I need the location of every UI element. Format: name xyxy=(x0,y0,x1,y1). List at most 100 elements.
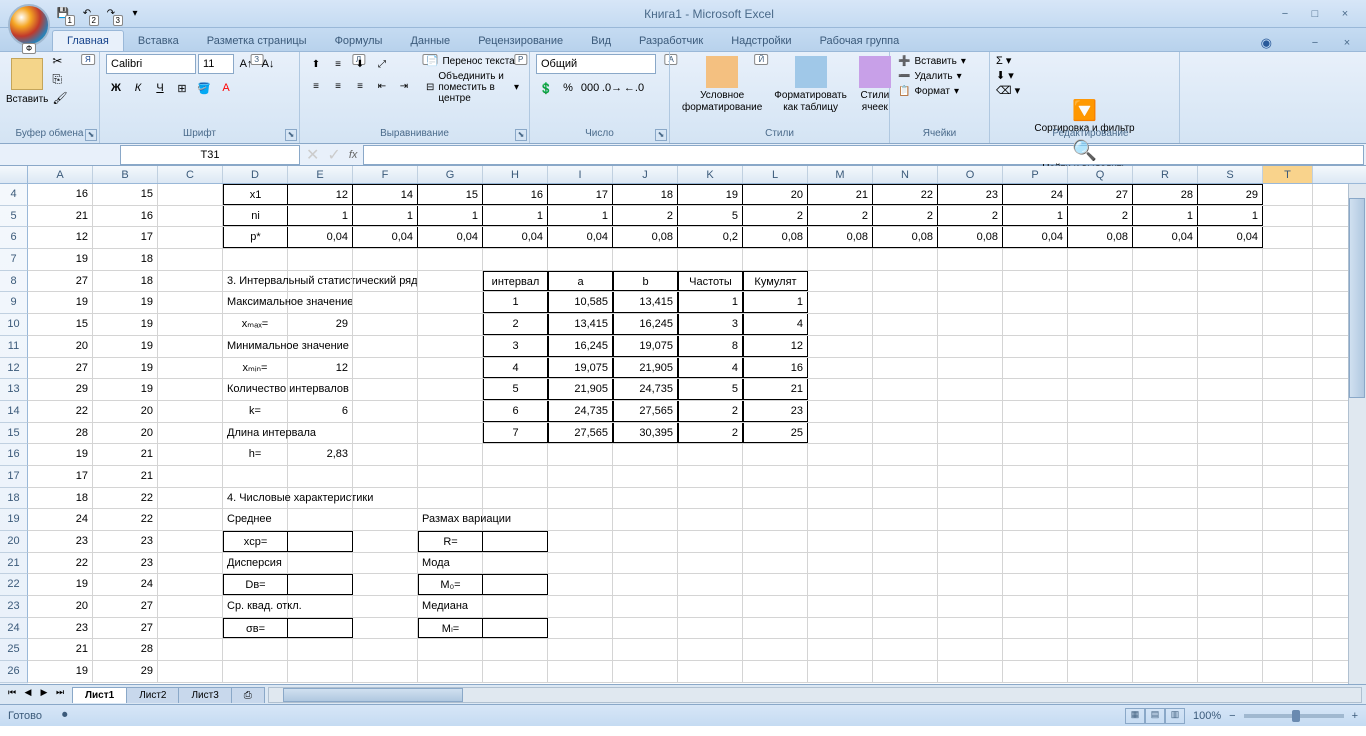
minimize-button[interactable]: − xyxy=(1272,6,1298,22)
close-button[interactable]: × xyxy=(1332,6,1358,22)
row-header-19[interactable]: 19 xyxy=(0,509,28,531)
fill[interactable]: ⬇ ▾ xyxy=(996,69,1167,82)
wrap-text[interactable]: 📄 Перенос текста xyxy=(422,54,523,69)
paste-button[interactable]: Вставить xyxy=(6,54,48,105)
select-all-corner[interactable] xyxy=(0,166,28,183)
vertical-scrollbar[interactable] xyxy=(1348,184,1366,684)
grow-font[interactable]: A↑ xyxy=(236,54,256,74)
row-header-21[interactable]: 21 xyxy=(0,553,28,575)
align-middle[interactable]: ≡ xyxy=(328,54,348,74)
align-center[interactable]: ≡ xyxy=(328,76,348,96)
comma[interactable]: 000 xyxy=(580,78,600,98)
formula-input[interactable] xyxy=(363,145,1364,165)
qat-redo[interactable]: ↷3 xyxy=(100,3,122,25)
currency[interactable]: 💲 xyxy=(536,78,556,98)
italic-button[interactable]: К xyxy=(128,78,148,98)
increase-decimal[interactable]: .0→ xyxy=(602,78,622,98)
tab-addins[interactable]: НадстройкиЙ xyxy=(717,31,805,51)
cells-grid[interactable]: 1615x11214151617181920212223242728292116… xyxy=(28,184,1366,684)
format-painter-icon[interactable]: 🖌 xyxy=(52,91,67,105)
number-dialog[interactable]: ⬊ xyxy=(655,129,667,141)
help-icon[interactable]: ◉ xyxy=(1261,35,1272,51)
row-header-20[interactable]: 20 xyxy=(0,531,28,553)
sheet-tab-1[interactable]: Лист1 xyxy=(72,687,127,703)
col-header-I[interactable]: I xyxy=(548,166,613,183)
conditional-formatting[interactable]: Условное форматирование xyxy=(676,54,768,126)
row-header-25[interactable]: 25 xyxy=(0,639,28,661)
col-header-O[interactable]: O xyxy=(938,166,1003,183)
col-header-G[interactable]: G xyxy=(418,166,483,183)
row-header-16[interactable]: 16 xyxy=(0,444,28,466)
insert-cells[interactable]: ➕ Вставить ▾ xyxy=(896,54,983,69)
macro-icon[interactable]: ⏺ xyxy=(62,709,68,722)
fill-color[interactable]: 🪣 xyxy=(194,78,214,98)
shrink-font[interactable]: A↓ xyxy=(258,54,278,74)
row-header-4[interactable]: 4 xyxy=(0,184,28,206)
name-box[interactable] xyxy=(120,145,300,165)
tab-first[interactable]: ⏮ xyxy=(4,687,20,703)
tab-pagelayout[interactable]: Разметка страницыЗ xyxy=(193,31,321,51)
qat-undo[interactable]: ↶2 xyxy=(76,3,98,25)
enter-formula[interactable]: ✓ xyxy=(327,145,340,165)
col-header-Q[interactable]: Q xyxy=(1068,166,1133,183)
decrease-decimal[interactable]: ←.0 xyxy=(624,78,644,98)
tab-next[interactable]: ▶ xyxy=(36,687,52,703)
qat-dropdown[interactable]: ▾ xyxy=(124,3,146,25)
qat-save[interactable]: 💾1 xyxy=(52,3,74,25)
align-top[interactable]: ⬆ xyxy=(306,54,326,74)
font-dialog[interactable]: ⬊ xyxy=(285,129,297,141)
col-header-T[interactable]: T xyxy=(1263,166,1313,183)
autosum[interactable]: Σ ▾ xyxy=(996,54,1167,67)
row-header-12[interactable]: 12 xyxy=(0,358,28,380)
tab-developer[interactable]: РазработчикА xyxy=(625,31,717,51)
col-header-E[interactable]: E xyxy=(288,166,353,183)
copy-icon[interactable]: ⎘ xyxy=(52,72,67,87)
col-header-J[interactable]: J xyxy=(613,166,678,183)
clipboard-dialog[interactable]: ⬊ xyxy=(85,129,97,141)
indent-decrease[interactable]: ⇤ xyxy=(372,76,392,96)
col-header-M[interactable]: M xyxy=(808,166,873,183)
tab-formulas[interactable]: ФормулыЛ xyxy=(321,31,397,51)
tab-insert[interactable]: ВставкаС xyxy=(124,31,193,51)
format-cells[interactable]: 📋 Формат ▾ xyxy=(896,84,983,99)
row-header-17[interactable]: 17 xyxy=(0,466,28,488)
tab-data[interactable]: ДанныеЫ xyxy=(396,31,464,51)
underline-button[interactable]: Ч xyxy=(150,78,170,98)
orientation[interactable]: ⤢ xyxy=(372,54,392,74)
col-header-K[interactable]: K xyxy=(678,166,743,183)
clear[interactable]: ⌫ ▾ xyxy=(996,84,1167,97)
col-header-D[interactable]: D xyxy=(223,166,288,183)
row-header-23[interactable]: 23 xyxy=(0,596,28,618)
cut-icon[interactable]: ✂ xyxy=(52,54,67,68)
align-left[interactable]: ≡ xyxy=(306,76,326,96)
number-format-select[interactable] xyxy=(536,54,656,74)
row-header-22[interactable]: 22 xyxy=(0,574,28,596)
alignment-dialog[interactable]: ⬊ xyxy=(515,129,527,141)
indent-increase[interactable]: ⇥ xyxy=(394,76,414,96)
ribbon-minimize[interactable]: − xyxy=(1302,35,1328,51)
row-header-14[interactable]: 14 xyxy=(0,401,28,423)
col-header-H[interactable]: H xyxy=(483,166,548,183)
view-normal[interactable]: ▦ xyxy=(1125,708,1145,724)
sheet-tab-3[interactable]: Лист3 xyxy=(178,687,231,703)
ribbon-close[interactable]: × xyxy=(1334,35,1360,51)
row-header-6[interactable]: 6 xyxy=(0,227,28,249)
view-pagebreak[interactable]: ▥ xyxy=(1165,708,1185,724)
tab-last[interactable]: ⏭ xyxy=(52,687,68,703)
col-header-R[interactable]: R xyxy=(1133,166,1198,183)
tab-home[interactable]: ГлавнаяЯ xyxy=(52,30,124,51)
align-bottom[interactable]: ⬇ xyxy=(350,54,370,74)
col-header-S[interactable]: S xyxy=(1198,166,1263,183)
percent[interactable]: % xyxy=(558,78,578,98)
col-header-B[interactable]: B xyxy=(93,166,158,183)
col-header-L[interactable]: L xyxy=(743,166,808,183)
row-header-10[interactable]: 10 xyxy=(0,314,28,336)
tab-prev[interactable]: ◀ xyxy=(20,687,36,703)
row-header-8[interactable]: 8 xyxy=(0,271,28,293)
row-header-9[interactable]: 9 xyxy=(0,292,28,314)
col-header-C[interactable]: C xyxy=(158,166,223,183)
font-size-input[interactable] xyxy=(198,54,234,74)
cancel-formula[interactable]: ✕ xyxy=(306,145,319,165)
col-header-P[interactable]: P xyxy=(1003,166,1068,183)
new-sheet[interactable]: ⎙ xyxy=(231,687,265,703)
